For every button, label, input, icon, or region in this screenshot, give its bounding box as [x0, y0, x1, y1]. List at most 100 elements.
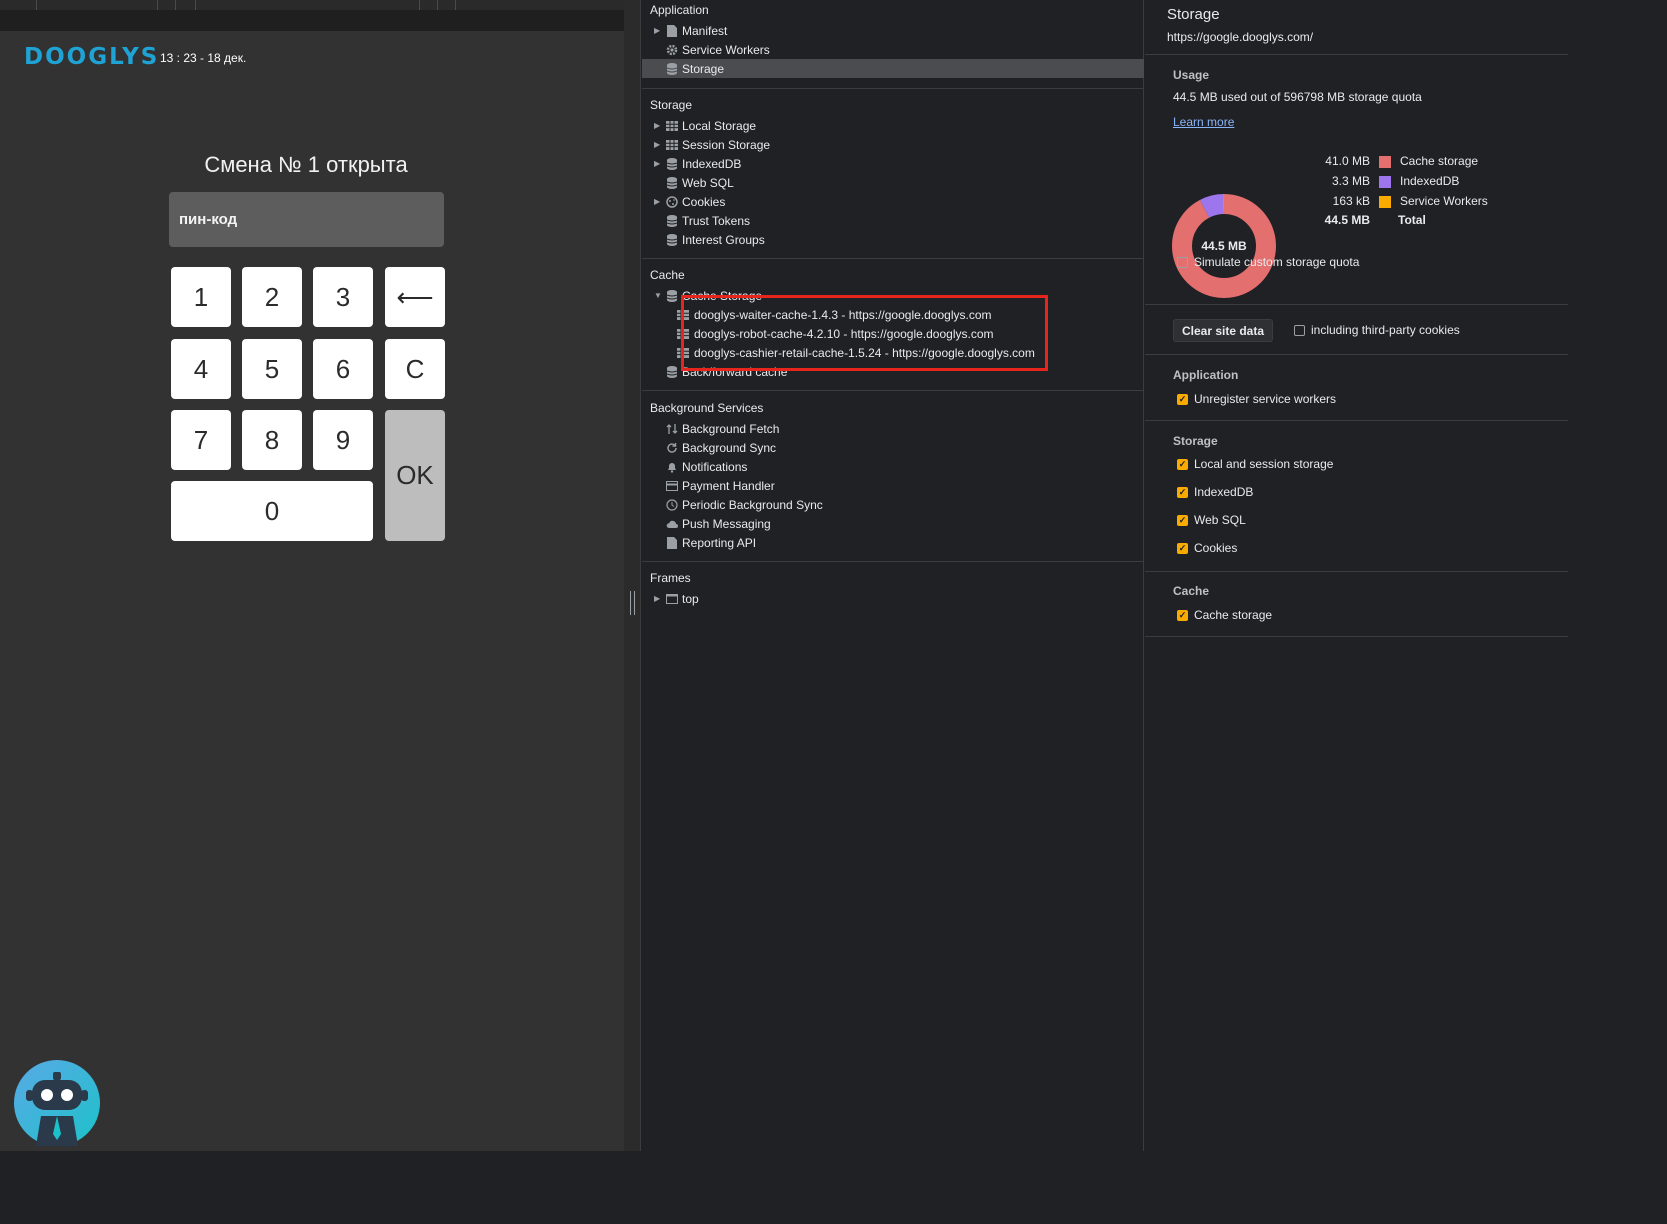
simulate-quota-checkbox[interactable]: Simulate custom storage quota [1177, 254, 1359, 270]
sidebar-item-reporting-api[interactable]: Reporting API [642, 533, 1144, 552]
panel-splitter[interactable] [624, 0, 641, 1151]
checkbox-label: Cookies [1194, 541, 1238, 555]
cache-entry-waiter[interactable]: dooglys-waiter-cache-1.4.3 - https://goo… [642, 305, 1144, 324]
sidebar-item-back-forward-cache[interactable]: Back/forward cache [642, 362, 1144, 381]
cache-storage-checkbox[interactable]: ✓ Cache storage [1177, 607, 1272, 623]
checkbox-label: IndexedDB [1194, 485, 1254, 499]
devtools-application-sidebar: Application ▶ Manifest Service Workers S… [642, 0, 1144, 1151]
legend-value: 163 kB [1332, 194, 1370, 208]
unregister-service-workers-checkbox[interactable]: ✓ Unregister service workers [1177, 391, 1336, 407]
database-icon [666, 365, 678, 378]
sidebar-item-service-workers[interactable]: Service Workers [642, 40, 1144, 59]
checkbox-unchecked-icon[interactable] [1177, 256, 1188, 268]
keypad-key-7[interactable]: 7 [171, 410, 231, 470]
sidebar-item-local-storage[interactable]: ▶ Local Storage [642, 116, 1144, 135]
pin-code-input[interactable] [169, 192, 444, 247]
legend-row-cache-storage: 41.0 MB Cache storage [1295, 154, 1555, 172]
expand-arrow-icon[interactable]: ▶ [654, 159, 662, 168]
keypad-key-0[interactable]: 0 [171, 481, 373, 541]
keypad-key-4[interactable]: 4 [171, 339, 231, 399]
keypad-key-5[interactable]: 5 [242, 339, 302, 399]
clear-site-data-button[interactable]: Clear site data [1173, 319, 1273, 342]
sidebar-item-label: Notifications [682, 459, 748, 474]
keypad-key-6[interactable]: 6 [313, 339, 373, 399]
checkmark-icon[interactable]: ✓ [1177, 514, 1188, 526]
indexeddb-checkbox[interactable]: ✓ IndexedDB [1177, 484, 1253, 500]
cache-entry-robot[interactable]: dooglys-robot-cache-4.2.10 - https://goo… [642, 324, 1144, 343]
sidebar-item-periodic-background-sync[interactable]: Periodic Background Sync [642, 495, 1144, 514]
checkmark-icon[interactable]: ✓ [1177, 486, 1188, 498]
legend-value: 41.0 MB [1325, 154, 1370, 168]
usage-section: Usage 44.5 MB used out of 596798 MB stor… [1145, 55, 1568, 305]
sidebar-item-push-messaging[interactable]: Push Messaging [642, 514, 1144, 533]
fetch-arrows-icon [666, 423, 678, 435]
keypad-ok-key[interactable]: OK [385, 410, 445, 541]
keypad-key-1[interactable]: 1 [171, 267, 231, 327]
sidebar-item-background-fetch[interactable]: Background Fetch [642, 419, 1144, 438]
cache-entry-cashier-retail[interactable]: dooglys-cashier-retail-cache-1.5.24 - ht… [642, 343, 1144, 362]
splitter-handle-icon[interactable] [630, 591, 635, 615]
usage-heading: Usage [1173, 68, 1210, 82]
sidebar-item-label: Reporting API [682, 535, 757, 550]
keypad-key-3[interactable]: 3 [313, 267, 373, 327]
pane-header: Storage https://google.dooglys.com/ [1145, 0, 1568, 55]
dooglys-logo: DOOGLYS [24, 44, 160, 70]
expand-arrow-icon[interactable]: ▶ [654, 121, 662, 130]
sidebar-item-manifest[interactable]: ▶ Manifest [642, 21, 1144, 40]
learn-more-link[interactable]: Learn more [1173, 115, 1234, 129]
checkbox-label: Simulate custom storage quota [1194, 255, 1360, 269]
checkmark-icon[interactable]: ✓ [1177, 542, 1188, 554]
sidebar-item-indexeddb[interactable]: ▶ IndexedDB [642, 154, 1144, 173]
web-sql-checkbox[interactable]: ✓ Web SQL [1177, 512, 1246, 528]
sidebar-item-frame-top[interactable]: ▶ top [642, 589, 1144, 608]
keypad-key-2[interactable]: 2 [242, 267, 302, 327]
storage-overview-pane: Storage https://google.dooglys.com/ Usag… [1145, 0, 1568, 1151]
pos-app-viewport: DOOGLYS 13 : 23 - 18 дек. Смена № 1 откр… [0, 0, 624, 1151]
frame-icon [666, 593, 678, 605]
collapse-arrow-icon[interactable]: ▼ [654, 291, 662, 300]
third-party-cookies-checkbox[interactable]: including third-party cookies [1294, 322, 1460, 338]
sidebar-item-interest-groups[interactable]: Interest Groups [642, 230, 1144, 249]
sidebar-item-storage-overview[interactable]: Storage [642, 59, 1144, 78]
expand-arrow-icon[interactable]: ▶ [654, 26, 662, 35]
local-session-storage-checkbox[interactable]: ✓ Local and session storage [1177, 456, 1333, 472]
grid-icon [666, 120, 678, 132]
sidebar-item-notifications[interactable]: Notifications [642, 457, 1144, 476]
checkmark-icon[interactable]: ✓ [1177, 458, 1188, 470]
sidebar-item-cookies[interactable]: ▶ Cookies [642, 192, 1144, 211]
sidebar-section-storage: Storage [650, 98, 693, 112]
database-icon [666, 62, 678, 75]
checkbox-label: Cache storage [1194, 608, 1273, 622]
grid-icon [677, 328, 689, 340]
legend-row-indexeddb: 3.3 MB IndexedDB [1295, 174, 1555, 192]
robot-mascot-icon [14, 1060, 100, 1146]
sidebar-item-payment-handler[interactable]: Payment Handler [642, 476, 1144, 495]
checkbox-unchecked-icon[interactable] [1294, 324, 1305, 336]
expand-arrow-icon[interactable]: ▶ [654, 140, 662, 149]
gear-icon [666, 44, 678, 56]
keypad-key-8[interactable]: 8 [242, 410, 302, 470]
sidebar-item-label: Cache Storage [682, 288, 763, 303]
learn-more-text[interactable]: Learn more [1173, 115, 1234, 129]
cookies-checkbox[interactable]: ✓ Cookies [1177, 540, 1237, 556]
keypad-clear-key[interactable]: C [385, 339, 445, 399]
legend-swatch [1379, 196, 1391, 208]
sidebar-item-background-sync[interactable]: Background Sync [642, 438, 1144, 457]
keypad-key-9[interactable]: 9 [313, 410, 373, 470]
sidebar-item-session-storage[interactable]: ▶ Session Storage [642, 135, 1144, 154]
sidebar-item-label: Payment Handler [682, 478, 775, 493]
sidebar-item-trust-tokens[interactable]: Trust Tokens [642, 211, 1144, 230]
sidebar-item-label: Interest Groups [682, 232, 765, 247]
legend-total-label: Total [1398, 213, 1426, 227]
expand-arrow-icon[interactable]: ▶ [654, 197, 662, 206]
checkmark-icon[interactable]: ✓ [1177, 393, 1188, 405]
sidebar-item-web-sql[interactable]: Web SQL [642, 173, 1144, 192]
sidebar-item-cache-storage[interactable]: ▼ Cache Storage [642, 286, 1144, 305]
sidebar-item-label: Trust Tokens [682, 213, 751, 228]
checkmark-icon[interactable]: ✓ [1177, 609, 1188, 621]
expand-arrow-icon[interactable]: ▶ [654, 594, 662, 603]
legend-swatch [1379, 156, 1391, 168]
legend-label: Service Workers [1400, 194, 1488, 208]
keypad-backspace-key[interactable]: ⟵ [385, 267, 445, 327]
sidebar-section-background-services: Background Services [650, 401, 764, 415]
